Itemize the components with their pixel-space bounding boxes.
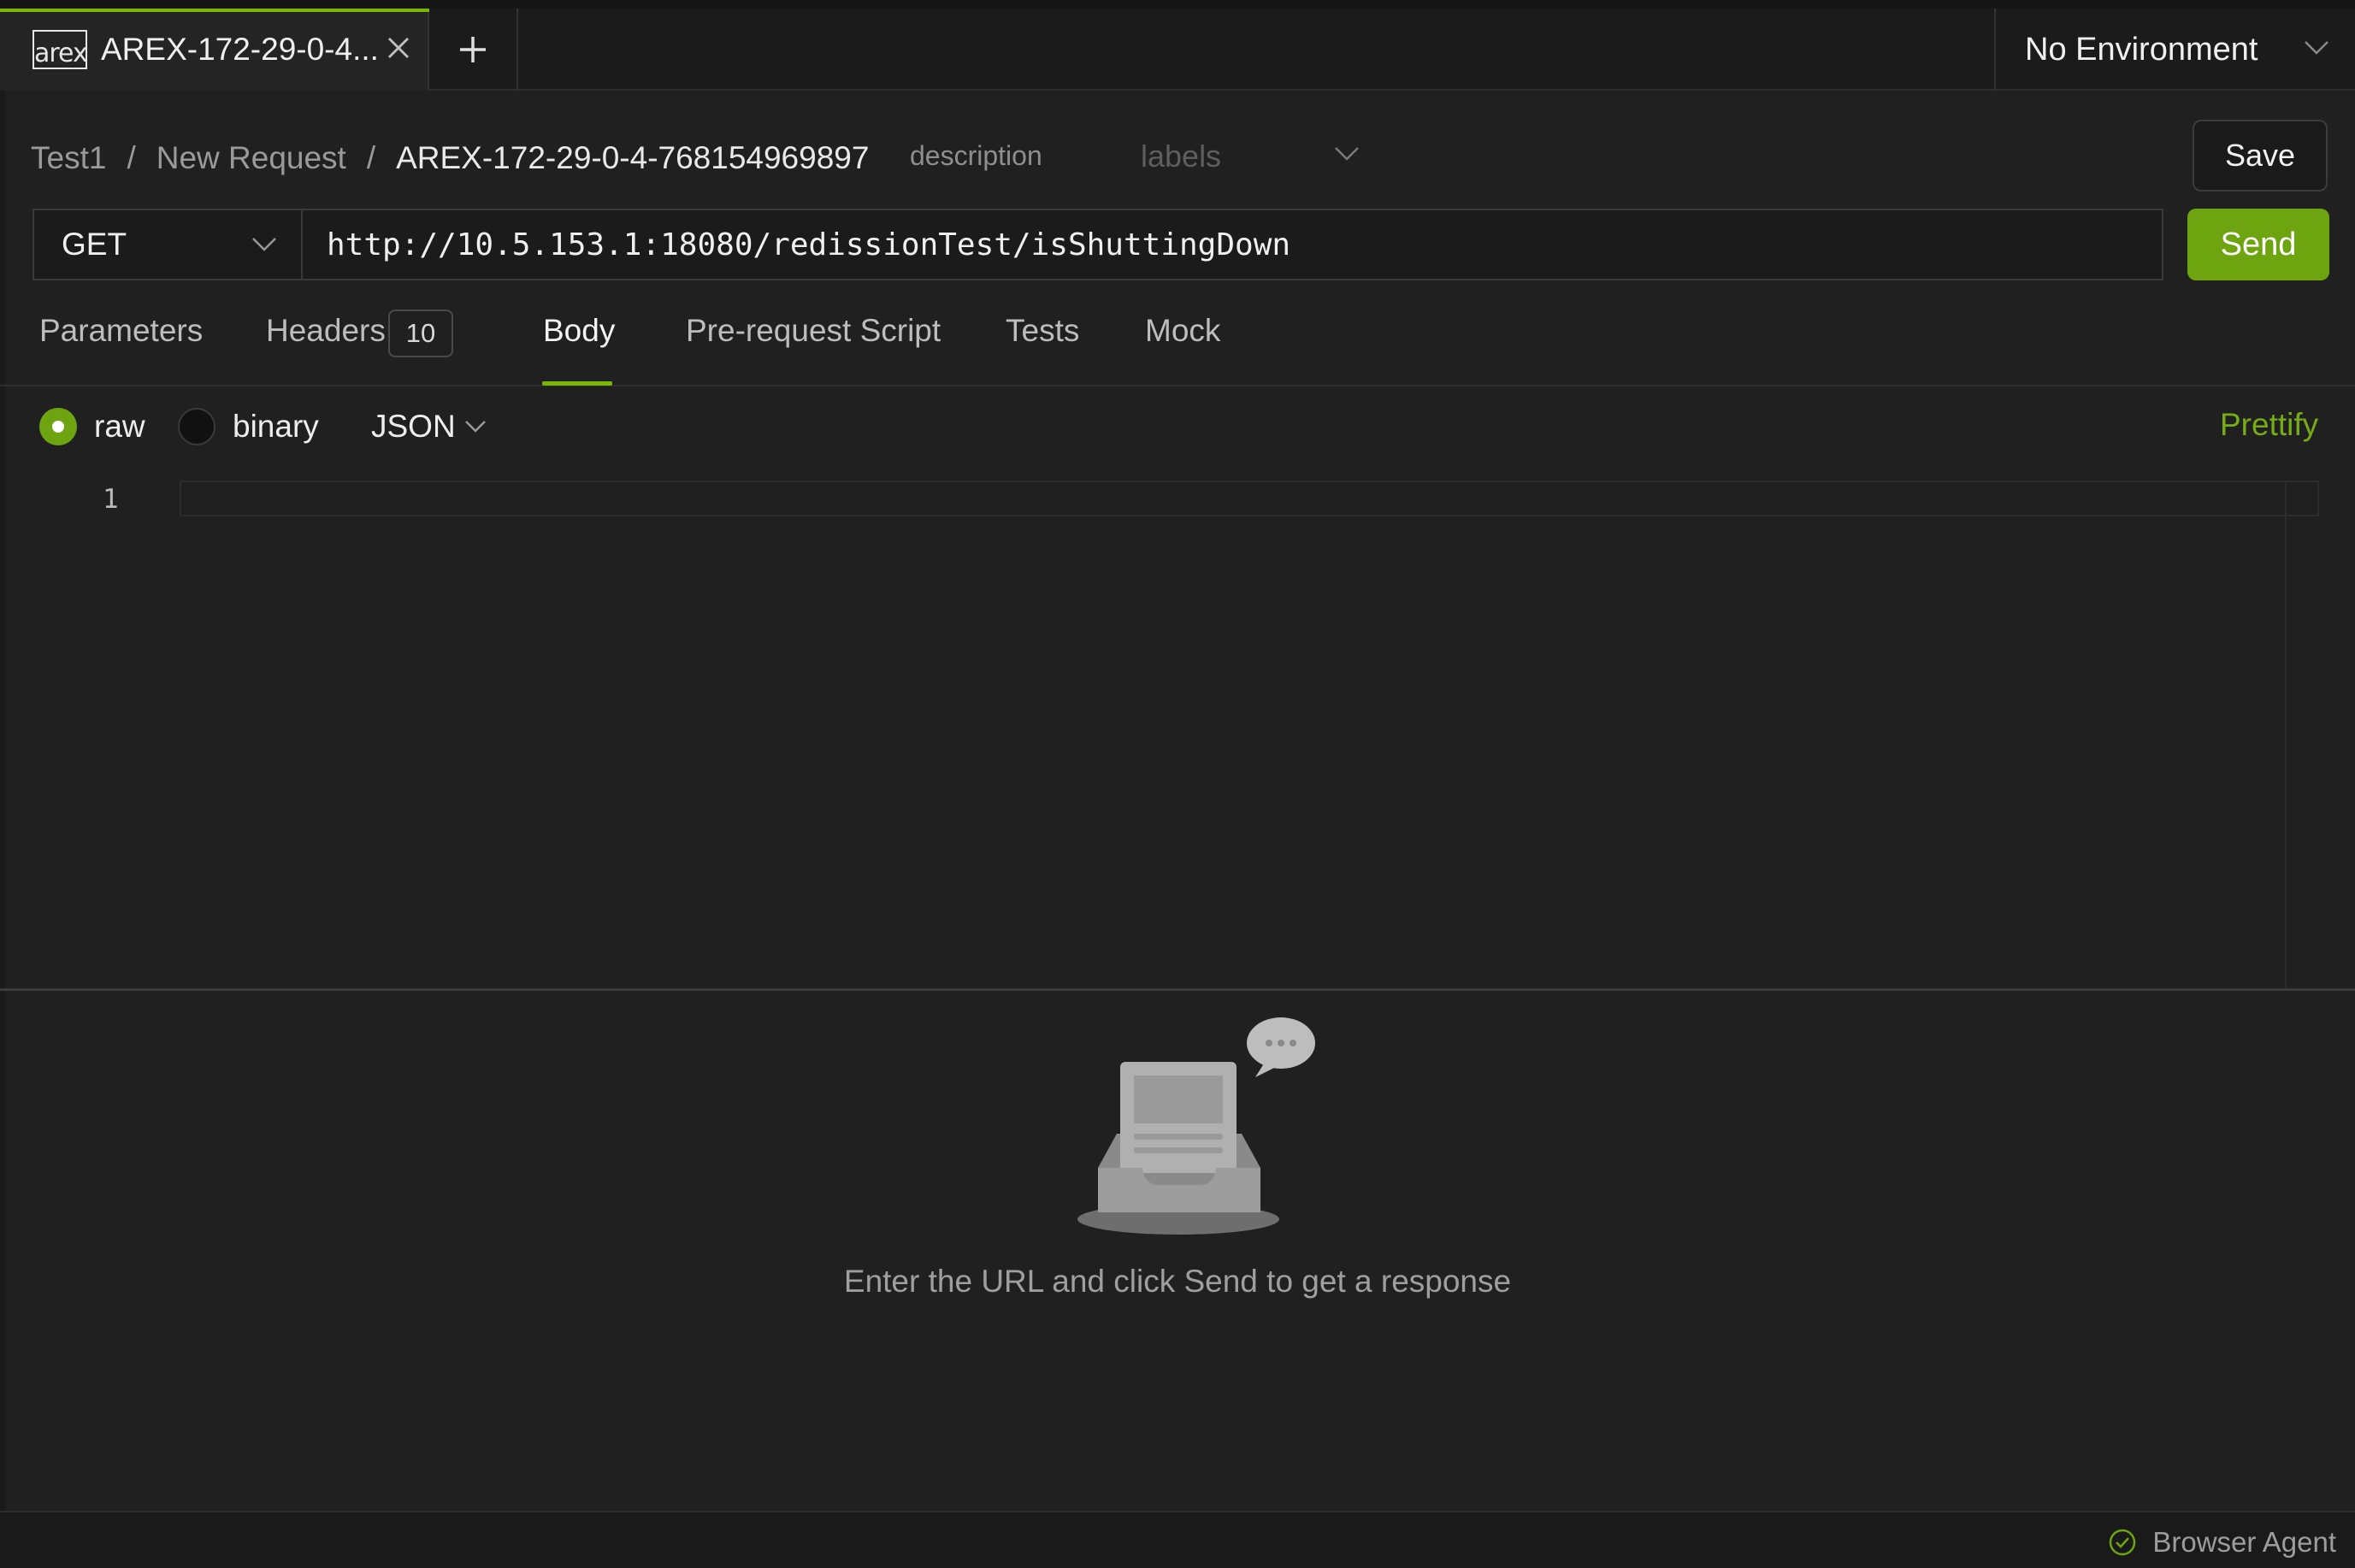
chevron-down-icon (2305, 41, 2328, 55)
binary-label[interactable]: binary (233, 409, 319, 445)
browser-agent-status[interactable]: Browser Agent (2108, 1526, 2336, 1559)
tab-mock[interactable]: Mock (1145, 313, 1220, 349)
binary-radio[interactable] (178, 408, 215, 445)
window-top-edge (0, 0, 2355, 9)
tab-bar: arex AREX-172-29-0-4... No Environment (0, 9, 2355, 91)
save-button[interactable]: Save (2193, 120, 2328, 192)
line-number: 1 (103, 484, 119, 515)
tab-parameters[interactable]: Parameters (39, 313, 203, 349)
editor-scrollbar[interactable] (2285, 480, 2287, 988)
breadcrumb-separator: / (127, 140, 136, 175)
arex-logo: arex (32, 30, 88, 69)
environment-label: No Environment (2025, 31, 2258, 68)
tab-pre-request-script[interactable]: Pre-request Script (686, 313, 941, 349)
close-icon[interactable] (383, 32, 414, 63)
browser-agent-label: Browser Agent (2152, 1526, 2336, 1558)
raw-label[interactable]: raw (94, 409, 145, 445)
request-tabs: Parameters Headers 10 Body Pre-request S… (0, 301, 2355, 386)
chevron-down-icon[interactable] (464, 419, 487, 434)
plus-icon (460, 37, 486, 62)
request-tab[interactable]: arex AREX-172-29-0-4... (0, 9, 429, 91)
active-tab-indicator (542, 381, 612, 386)
tab-tests[interactable]: Tests (1006, 313, 1079, 349)
breadcrumb-item-folder[interactable]: New Request (156, 140, 346, 176)
body-editor[interactable]: 1 (34, 472, 2321, 988)
breadcrumb-item-request[interactable]: AREX-172-29-0-4-768154969897 (396, 140, 869, 176)
environment-select[interactable]: No Environment (1994, 9, 2355, 91)
format-select[interactable]: JSON (371, 409, 456, 445)
method-label: GET (62, 227, 127, 262)
breadcrumb-item-collection[interactable]: Test1 (31, 140, 106, 176)
raw-radio[interactable] (39, 408, 77, 445)
chevron-down-icon (252, 238, 276, 251)
tab-active-indicator (0, 9, 429, 12)
app-window: arex AREX-172-29-0-4... No Environment T… (0, 0, 2355, 1568)
status-bar: Browser Agent (0, 1511, 2355, 1568)
tab-headers[interactable]: Headers (266, 313, 386, 349)
prettify-button[interactable]: Prettify (2220, 407, 2318, 443)
tab-body[interactable]: Body (543, 313, 615, 349)
add-tab-button[interactable] (429, 9, 518, 91)
labels-select[interactable]: labels (1141, 139, 1221, 174)
url-input[interactable] (301, 209, 2163, 280)
breadcrumb-separator: / (366, 140, 376, 175)
description-field[interactable]: description (910, 140, 1042, 172)
method-select[interactable]: GET (32, 209, 303, 280)
chevron-down-icon[interactable] (1334, 145, 1360, 162)
empty-response-message: Enter the URL and click Send to get a re… (843, 1264, 1512, 1299)
current-line-highlight (180, 480, 2319, 516)
inbox-empty-icon (1077, 1017, 1315, 1235)
tab-title: AREX-172-29-0-4... (101, 32, 379, 67)
breadcrumb: Test1 / New Request / AREX-172-29-0-4-76… (31, 135, 869, 181)
send-button[interactable]: Send (2187, 209, 2329, 280)
check-circle-icon (2110, 1529, 2136, 1556)
headers-count-badge: 10 (388, 309, 453, 357)
